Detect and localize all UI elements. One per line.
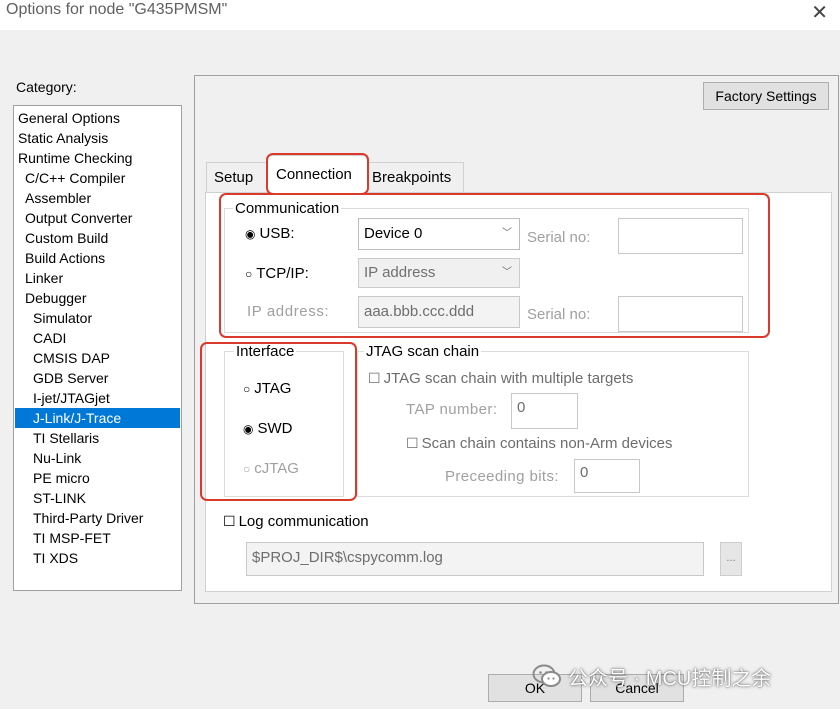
title-bar: Options for node "G435PMSM" ✕ (0, 0, 840, 30)
chevron-down-icon: ﹀ (502, 228, 512, 239)
category-item[interactable]: Nu-Link (33, 448, 81, 468)
category-item[interactable]: I-jet/JTAGjet (33, 388, 110, 408)
non-arm-checkbox[interactable]: ☐ Scan chain contains non-Arm devices (406, 435, 673, 452)
factory-settings-button[interactable]: Factory Settings (703, 82, 829, 110)
tab-setup[interactable]: Setup (206, 162, 268, 192)
category-item[interactable]: PE micro (33, 468, 90, 488)
jtag-scan-title: JTAG scan chain (364, 343, 482, 360)
category-item[interactable]: CADI (33, 328, 66, 348)
category-item[interactable]: Build Actions (25, 248, 105, 268)
category-item[interactable]: GDB Server (33, 368, 108, 388)
wechat-logo-icon (532, 664, 561, 687)
preceding-bits-input[interactable]: 0 (574, 459, 640, 493)
checkbox-icon: ☐ (368, 370, 381, 386)
radio-selected-icon: ◉ (243, 422, 254, 436)
category-item[interactable]: Custom Build (25, 228, 108, 248)
checkbox-icon: ☐ (406, 435, 419, 451)
category-item[interactable]: TI MSP-FET (33, 528, 111, 548)
category-item[interactable]: General Options (18, 108, 120, 128)
close-icon[interactable]: ✕ (811, 0, 828, 24)
category-item[interactable]: Simulator (33, 308, 92, 328)
multi-targets-label: JTAG scan chain with multiple targets (383, 370, 634, 387)
category-list[interactable]: General Options Static Analysis Runtime Ch… (13, 105, 182, 591)
tap-number-input[interactable]: 0 (511, 393, 578, 429)
radio-unselected-icon: ○ (243, 382, 251, 396)
non-arm-label: Scan chain contains non-Arm devices (421, 435, 673, 452)
category-item[interactable]: Linker (25, 268, 63, 288)
chevron-down-icon: ﹀ (502, 267, 512, 278)
category-item[interactable]: Assembler (25, 188, 91, 208)
radio-selected-icon: ◉ (245, 227, 256, 241)
radio-unselected-icon: ○ (243, 462, 251, 476)
log-communication-checkbox[interactable]: ☐ Log communication (223, 513, 369, 530)
interface-title: Interface (234, 343, 297, 360)
preceding-bits-label: Preceeding bits: (445, 468, 559, 485)
checkbox-icon: ☐ (223, 513, 236, 529)
swd-radio[interactable]: ◉ SWD (243, 420, 292, 437)
category-item[interactable]: ST-LINK (33, 488, 86, 508)
tcpip-radio[interactable]: ○ TCP/IP: (245, 265, 309, 282)
usb-device-select[interactable]: Device 0 ﹀ (358, 218, 520, 250)
ip-address-label: IP address: (247, 303, 330, 320)
tcpip-label: TCP/IP: (256, 265, 309, 282)
serial-input-tcp[interactable] (618, 296, 743, 332)
category-item[interactable]: Static Analysis (18, 128, 108, 148)
serial-label-tcp: Serial no: (527, 306, 591, 323)
category-item[interactable]: TI XDS (33, 548, 78, 568)
tab-connection[interactable]: Connection (267, 155, 368, 193)
jtag-radio[interactable]: ○ JTAG (243, 380, 291, 397)
category-label: Category: (16, 79, 77, 95)
jtag-label: JTAG (254, 380, 292, 397)
category-item[interactable]: Runtime Checking (18, 148, 132, 168)
communication-title: Communication (233, 200, 342, 217)
watermark-text: 公众号 · MCU控制之余 (568, 667, 772, 690)
serial-input-usb[interactable] (618, 218, 743, 254)
radio-unselected-icon: ○ (245, 267, 253, 281)
category-item[interactable]: Third-Party Driver (33, 508, 143, 528)
swd-label: SWD (257, 420, 293, 437)
usb-device-value: Device 0 (364, 225, 423, 242)
multi-targets-checkbox[interactable]: ☐ JTAG scan chain with multiple targets (368, 370, 633, 387)
tap-number-label: TAP number: (406, 401, 498, 418)
category-item[interactable]: Output Converter (25, 208, 132, 228)
category-item[interactable]: J-Link/J-Trace (15, 408, 180, 428)
category-item[interactable]: CMSIS DAP (33, 348, 110, 368)
cjtag-label: cJTAG (254, 460, 299, 477)
category-item[interactable]: Debugger (25, 288, 87, 308)
ip-address-input[interactable]: aaa.bbb.ccc.ddd (358, 296, 520, 328)
category-item[interactable]: C/C++ Compiler (25, 168, 125, 188)
usb-label: USB: (259, 225, 295, 242)
serial-label-usb: Serial no: (527, 229, 591, 246)
usb-radio[interactable]: ◉ USB: (245, 225, 295, 242)
tcpip-mode-select[interactable]: IP address ﹀ (358, 258, 520, 288)
watermark: 公众号 · MCU控制之余 (532, 660, 771, 692)
tab-breakpoints[interactable]: Breakpoints (367, 162, 464, 192)
cjtag-radio[interactable]: ○ cJTAG (243, 460, 299, 477)
window-title: Options for node "G435PMSM" (6, 1, 228, 18)
browse-button[interactable]: ... (720, 542, 742, 576)
category-item[interactable]: TI Stellaris (33, 428, 99, 448)
log-communication-label: Log communication (238, 513, 369, 530)
log-path-input[interactable]: $PROJ_DIR$\cspycomm.log (246, 542, 704, 576)
tcpip-mode-value: IP address (364, 264, 436, 281)
